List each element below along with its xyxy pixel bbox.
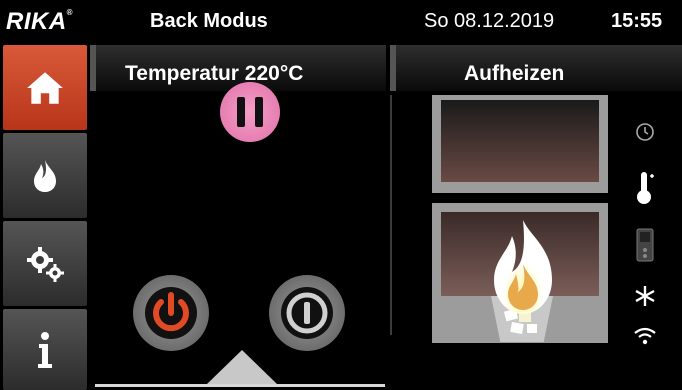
clock-icon (632, 122, 658, 142)
pause-cursor-icon (220, 82, 280, 142)
home-icon (27, 71, 63, 104)
power-button[interactable] (133, 275, 209, 351)
standby-button[interactable] (269, 275, 345, 351)
bottom-divider (95, 384, 385, 387)
fire-flame-icon (494, 220, 552, 314)
standby-icon (281, 287, 333, 339)
info-icon (38, 331, 52, 368)
sidebar-item-flame[interactable] (3, 133, 87, 218)
flame-icon (34, 159, 56, 192)
thermometer-icon (632, 170, 658, 206)
temperature-label: Temperatur 220°C (125, 62, 304, 85)
gears-icon (27, 246, 64, 282)
up-arrow-button[interactable] (207, 350, 277, 384)
sidebar-item-home[interactable] (3, 45, 87, 130)
heating-status-label: Aufheizen (464, 62, 565, 85)
remote-icon (632, 228, 658, 262)
snowflake-icon (632, 285, 658, 307)
wifi-icon (632, 326, 658, 346)
power-icon (145, 287, 197, 339)
stove-upper-window (441, 100, 599, 182)
rika-logo: RIKA® (6, 8, 74, 35)
date-display: So 08.12.2019 (424, 10, 555, 32)
time-display: 15:55 (611, 10, 663, 32)
panel-divider (390, 95, 392, 335)
sidebar-item-settings[interactable] (3, 221, 87, 306)
mode-title: Back Modus (150, 10, 268, 32)
sidebar-item-info[interactable] (3, 309, 87, 390)
top-bar (0, 0, 682, 44)
